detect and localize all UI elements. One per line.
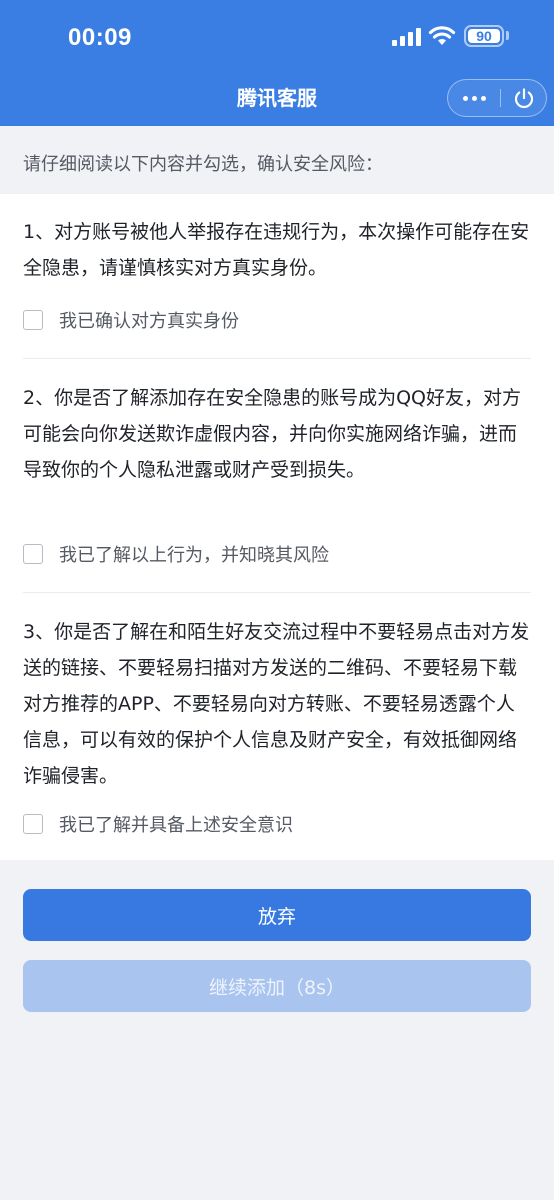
continue-add-button[interactable]: 继续添加（8s） bbox=[23, 960, 531, 1012]
status-time: 00:09 bbox=[68, 24, 132, 51]
checkbox-1[interactable] bbox=[23, 310, 43, 330]
checkbox-label-3: 我已了解并具备上述安全意识 bbox=[59, 815, 293, 836]
battery-icon: 90 bbox=[464, 25, 504, 47]
question-2: 2、你是否了解添加存在安全隐患的账号成为QQ好友，对方可能会向你发送欺诈虚假内容… bbox=[23, 387, 521, 481]
header: 00:09 90 腾讯客服 bbox=[0, 0, 554, 126]
checkbox-label-2: 我已了解以上行为，并知晓其风险 bbox=[59, 545, 329, 566]
status-bar: 00:09 90 bbox=[0, 0, 554, 72]
divider-1 bbox=[23, 358, 531, 359]
miniprogram-capsule bbox=[447, 79, 547, 117]
question-1: 1、对方账号被他人举报存在违规行为，本次操作可能存在安全隐患，请谨慎核实对方真实… bbox=[23, 221, 530, 279]
intro-text: 请仔细阅读以下内容并勾选，确认安全风险： bbox=[0, 126, 554, 194]
divider-2 bbox=[23, 592, 531, 593]
confirm-checkbox-row-2[interactable]: 我已了解以上行为，并知晓其风险 bbox=[23, 542, 329, 566]
checkbox-2[interactable] bbox=[23, 544, 43, 564]
question-3: 3、你是否了解在和陌生好友交流过程中不要轻易点击对方发送的链接、不要轻易扫描对方… bbox=[23, 621, 530, 787]
close-miniprogram-icon[interactable] bbox=[501, 80, 547, 116]
battery-tip bbox=[506, 31, 509, 40]
checkbox-3[interactable] bbox=[23, 814, 43, 834]
abandon-button[interactable]: 放弃 bbox=[23, 889, 531, 941]
more-icon[interactable] bbox=[448, 80, 500, 116]
confirm-checkbox-row-3[interactable]: 我已了解并具备上述安全意识 bbox=[23, 812, 293, 836]
confirm-checkbox-row-1[interactable]: 我已确认对方真实身份 bbox=[23, 308, 239, 332]
risk-confirmation-card: 1、对方账号被他人举报存在违规行为，本次操作可能存在安全隐患，请谨慎核实对方真实… bbox=[0, 194, 554, 860]
checkbox-label-1: 我已确认对方真实身份 bbox=[59, 311, 239, 332]
wifi-icon bbox=[428, 26, 456, 45]
battery-level: 90 bbox=[468, 29, 500, 43]
cellular-signal-icon bbox=[392, 28, 421, 46]
